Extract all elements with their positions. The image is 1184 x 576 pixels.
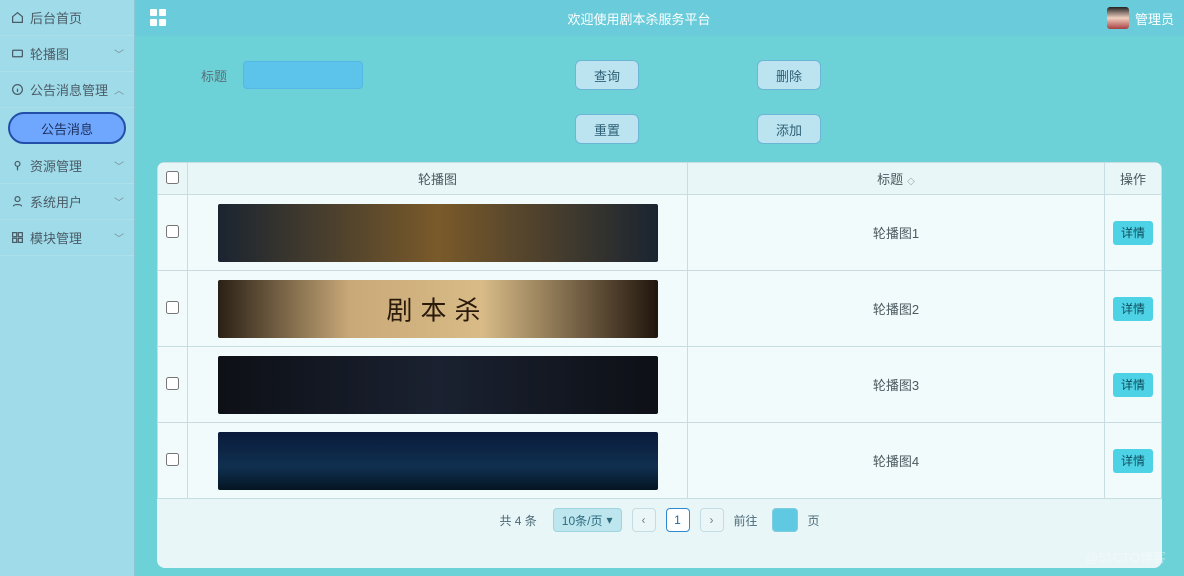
detail-button[interactable]: 详情: [1113, 297, 1153, 321]
chevron-down-icon: ﹀: [114, 194, 124, 209]
carousel-thumbnail: [218, 432, 658, 490]
user-label: 管理员: [1135, 9, 1174, 28]
row-checkbox[interactable]: [166, 225, 179, 238]
chevron-down-icon: ﹀: [114, 158, 124, 173]
home-icon: [10, 11, 24, 25]
header-image: 轮播图: [188, 163, 688, 195]
jump-prefix: 前往: [734, 512, 758, 529]
delete-button[interactable]: 删除: [757, 60, 821, 90]
filter-title-input[interactable]: [243, 61, 363, 89]
user-menu[interactable]: 管理员: [1107, 7, 1174, 29]
row-op-cell: 详情: [1105, 347, 1162, 423]
sidebar-item-label: 模块管理: [30, 228, 82, 247]
detail-button[interactable]: 详情: [1113, 221, 1153, 245]
row-checkbox-cell: [158, 271, 188, 347]
row-checkbox[interactable]: [166, 453, 179, 466]
prev-page-button[interactable]: ‹: [632, 508, 656, 532]
carousel-thumbnail: [218, 356, 658, 414]
detail-button[interactable]: 详情: [1113, 373, 1153, 397]
chevron-down-icon: ▾: [606, 513, 612, 527]
row-checkbox[interactable]: [166, 301, 179, 314]
chevron-down-icon: ﹀: [114, 46, 124, 61]
query-button[interactable]: 查询: [575, 60, 639, 90]
pin-icon: [10, 159, 24, 173]
next-page-button[interactable]: ›: [700, 508, 724, 532]
sidebar-item-notice[interactable]: 公告消息: [8, 112, 126, 144]
row-title-cell: 轮播图3: [688, 347, 1105, 423]
filter-panel: 标题 查询 删除 重置 添加: [157, 54, 1162, 148]
sidebar-item-label: 资源管理: [30, 156, 82, 175]
jump-page-input[interactable]: [772, 508, 798, 532]
sidebar-item-label: 后台首页: [30, 8, 82, 27]
total-count: 共 4 条: [499, 512, 536, 529]
header-title[interactable]: 标题◇: [688, 163, 1105, 195]
table-row: 轮播图1 详情: [158, 195, 1162, 271]
row-checkbox-cell: [158, 423, 188, 499]
row-op-cell: 详情: [1105, 423, 1162, 499]
info-icon: [10, 83, 24, 97]
select-all-checkbox[interactable]: [166, 171, 179, 184]
main-area: 欢迎使用剧本杀服务平台 管理员 标题 查询 删除 重置 添加: [135, 0, 1184, 576]
chevron-up-icon: ︿: [114, 82, 124, 97]
row-title-cell: 轮播图2: [688, 271, 1105, 347]
sidebar-item-label: 公告消息: [41, 119, 93, 138]
reset-button[interactable]: 重置: [575, 114, 639, 144]
page-number-button[interactable]: 1: [666, 508, 690, 532]
sidebar-item-home[interactable]: 后台首页: [0, 0, 134, 36]
detail-button[interactable]: 详情: [1113, 449, 1153, 473]
row-image-cell: [188, 271, 688, 347]
sidebar-item-notice-mgmt[interactable]: 公告消息管理 ︿: [0, 72, 134, 108]
sidebar-item-label: 系统用户: [30, 192, 82, 211]
sidebar-item-label: 公告消息管理: [30, 80, 108, 99]
content: 标题 查询 删除 重置 添加 轮播图: [135, 36, 1184, 576]
avatar: [1107, 7, 1129, 29]
carousel-thumbnail: [218, 204, 658, 262]
sidebar: 后台首页 轮播图 ﹀ 公告消息管理 ︿ 公告消息 资源管理 ﹀ 系统用户 ﹀ 模…: [0, 0, 135, 576]
topbar: 欢迎使用剧本杀服务平台 管理员: [135, 0, 1184, 36]
pagination: 共 4 条 10条/页▾ ‹ 1 › 前往 页: [157, 499, 1162, 541]
user-icon: [10, 195, 24, 209]
table-row: 轮播图3 详情: [158, 347, 1162, 423]
sidebar-item-module[interactable]: 模块管理 ﹀: [0, 220, 134, 256]
sort-icon: ◇: [907, 176, 915, 187]
row-image-cell: [188, 423, 688, 499]
row-checkbox[interactable]: [166, 377, 179, 390]
table-row: 轮播图4 详情: [158, 423, 1162, 499]
row-image-cell: [188, 195, 688, 271]
chevron-down-icon: ﹀: [114, 230, 124, 245]
header-checkbox-cell: [158, 163, 188, 195]
row-op-cell: 详情: [1105, 195, 1162, 271]
header-op: 操作: [1105, 163, 1162, 195]
data-table: 轮播图 标题◇ 操作 轮播图1详情轮播图2详情轮播图3详情轮播图4详情: [157, 162, 1162, 499]
carousel-icon: [10, 47, 24, 61]
row-checkbox-cell: [158, 195, 188, 271]
row-image-cell: [188, 347, 688, 423]
grid-icon: [10, 231, 24, 245]
sidebar-item-resource[interactable]: 资源管理 ﹀: [0, 148, 134, 184]
row-title-cell: 轮播图4: [688, 423, 1105, 499]
table-card: 轮播图 标题◇ 操作 轮播图1详情轮播图2详情轮播图3详情轮播图4详情 共 4 …: [157, 162, 1162, 568]
row-title-cell: 轮播图1: [688, 195, 1105, 271]
jump-suffix: 页: [808, 512, 820, 529]
menu-toggle-icon[interactable]: [147, 6, 171, 30]
sidebar-item-carousel[interactable]: 轮播图 ﹀: [0, 36, 134, 72]
add-button[interactable]: 添加: [757, 114, 821, 144]
carousel-thumbnail: [218, 280, 658, 338]
filter-title-label: 标题: [167, 66, 227, 85]
page-title: 欢迎使用剧本杀服务平台: [171, 9, 1107, 28]
table-row: 轮播图2 详情: [158, 271, 1162, 347]
row-op-cell: 详情: [1105, 271, 1162, 347]
page-size-select[interactable]: 10条/页▾: [553, 508, 622, 532]
sidebar-item-label: 轮播图: [30, 44, 69, 63]
sidebar-item-sysuser[interactable]: 系统用户 ﹀: [0, 184, 134, 220]
row-checkbox-cell: [158, 347, 188, 423]
